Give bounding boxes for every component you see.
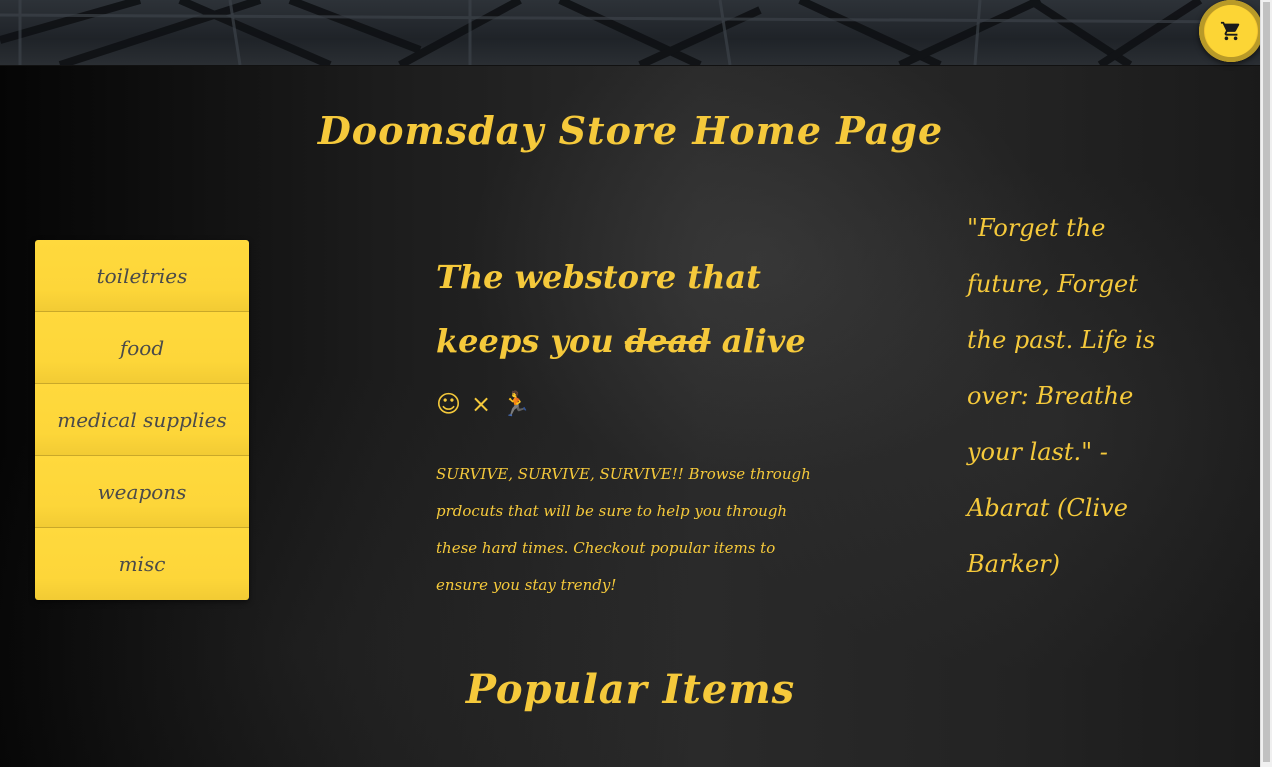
category-item-weapons[interactable]: weapons <box>35 456 249 528</box>
hero-heading-strikethrough: dead <box>624 322 711 360</box>
smile-icon: ☺ <box>436 390 462 418</box>
hero-heading-end: alive <box>710 322 806 360</box>
category-menu: toiletries food medical supplies weapons… <box>35 240 249 600</box>
category-item-toiletries[interactable]: toiletries <box>35 240 249 312</box>
category-item-medical-supplies[interactable]: medical supplies <box>35 384 249 456</box>
hero-description: SURVIVE, SURVIVE, SURVIVE!! Browse throu… <box>436 465 811 594</box>
shopping-cart-icon <box>1220 21 1240 41</box>
cart-button[interactable] <box>1199 0 1263 62</box>
category-item-misc[interactable]: misc <box>35 528 249 600</box>
running-person-icon: 🏃 <box>501 390 532 418</box>
hero-heading: The webstore that keeps you dead alive <box>436 245 836 373</box>
page: Doomsday Store Home Page toiletries food… <box>0 0 1272 767</box>
scrollbar[interactable] <box>1260 0 1272 767</box>
times-icon: × <box>471 390 492 418</box>
header-banner-image <box>0 0 1261 66</box>
cart-button-inner <box>1205 5 1257 57</box>
scrollbar-thumb[interactable] <box>1263 2 1270 762</box>
page-title: Doomsday Store Home Page <box>317 108 944 153</box>
emoji-row: ☺ × 🏃 <box>436 390 531 418</box>
category-item-food[interactable]: food <box>35 312 249 384</box>
quote: "Forget the future, Forget the past. Lif… <box>967 214 1156 578</box>
popular-items-heading: Popular Items <box>465 666 796 713</box>
